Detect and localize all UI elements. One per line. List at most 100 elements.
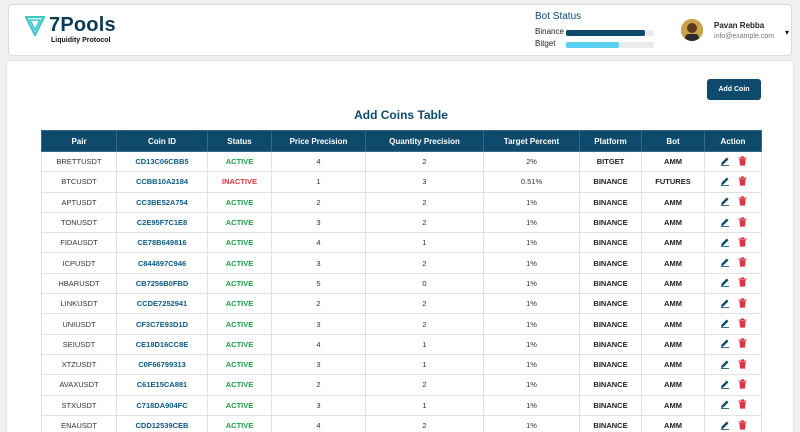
table-row: ICPUSDT C844897C946 ACTIVE 3 2 1% BINANCE AMM <box>41 252 762 274</box>
add-coin-button[interactable]: Add Coin <box>707 79 761 100</box>
cell-bot: AMM <box>641 191 705 213</box>
cell-price-precision: 3 <box>271 313 366 335</box>
cell-quantity-precision: 2 <box>365 414 484 432</box>
trash-icon[interactable] <box>738 237 747 249</box>
cell-coin-id: C61E15CA881 <box>116 374 208 396</box>
brand-name: 7Pools <box>49 14 116 36</box>
cell-platform: BINANCE <box>579 313 642 335</box>
table-row: FIDAUSDT CE78B649816 ACTIVE 4 1 1% BINANCE AMM <box>41 232 762 254</box>
table-row: TONUSDT C2E95F7C1E8 ACTIVE 3 2 1% BINANCE AMM <box>41 211 762 234</box>
trash-icon[interactable] <box>738 379 747 391</box>
cell-coin-id: CE78B649816 <box>116 232 208 254</box>
trash-icon[interactable] <box>738 277 747 289</box>
column-header-coin-id: Coin ID <box>116 130 208 152</box>
cell-quantity-precision: 2 <box>365 191 484 213</box>
pencil-icon[interactable] <box>720 237 730 249</box>
table-row: BRETTUSDT CD13C06CBB5 ACTIVE 4 2 2% BITGET AMM <box>41 150 762 173</box>
pencil-icon[interactable] <box>720 379 730 391</box>
cell-quantity-precision: 2 <box>365 150 484 173</box>
cell-platform: BINANCE <box>579 374 642 396</box>
cell-target-percent: 1% <box>483 414 580 432</box>
cell-target-percent: 1% <box>483 293 580 315</box>
cell-quantity-precision: 2 <box>365 374 484 396</box>
cell-quantity-precision: 1 <box>365 333 484 355</box>
cell-platform: BINANCE <box>579 333 642 355</box>
trash-icon[interactable] <box>738 196 747 208</box>
trash-icon[interactable] <box>738 176 747 188</box>
cell-target-percent: 0.51% <box>483 171 580 193</box>
cell-platform: BINANCE <box>579 252 642 274</box>
pencil-icon[interactable] <box>720 257 730 269</box>
cell-status: ACTIVE <box>207 232 272 254</box>
cell-pair: UNIUSDT <box>41 313 117 335</box>
brand-logo[interactable]: 7Pools Liquidity Protocol <box>25 14 135 48</box>
table-row: APTUSDT CC3BE52A754 ACTIVE 2 2 1% BINANCE AMM <box>41 191 762 213</box>
cell-pair: XTZUSDT <box>41 353 117 376</box>
cell-pair: ENAUSDT <box>41 414 117 432</box>
cell-price-precision: 4 <box>271 333 366 355</box>
coins-panel: Add Coin Add Coins Table Pair Coin ID Stat… <box>6 60 794 432</box>
cell-status: ACTIVE <box>207 374 272 396</box>
cell-bot: AMM <box>641 293 705 315</box>
pencil-icon[interactable] <box>720 217 730 229</box>
trash-icon[interactable] <box>738 359 747 371</box>
trash-icon[interactable] <box>738 298 747 310</box>
cell-coin-id: CD13C06CBB5 <box>116 150 208 173</box>
top-header: 7Pools Liquidity Protocol Bot Status Bin… <box>8 4 792 56</box>
column-header-status: Status <box>207 130 272 152</box>
trash-icon[interactable] <box>738 257 747 269</box>
pencil-icon[interactable] <box>720 298 730 310</box>
cell-bot: AMM <box>641 272 705 295</box>
cell-coin-id: CCDE7252941 <box>116 293 208 315</box>
pencil-icon[interactable] <box>720 318 730 330</box>
cell-target-percent: 1% <box>483 313 580 335</box>
cell-price-precision: 2 <box>271 293 366 315</box>
trash-icon[interactable] <box>738 419 747 432</box>
cell-quantity-precision: 1 <box>365 394 484 416</box>
avatar[interactable] <box>681 19 703 41</box>
cell-pair: SEIUSDT <box>41 333 117 355</box>
cell-bot: FUTURES <box>641 171 705 193</box>
cell-bot: AMM <box>641 150 705 173</box>
cell-platform: BINANCE <box>579 232 642 254</box>
cell-price-precision: 3 <box>271 211 366 234</box>
pencil-icon[interactable] <box>720 420 730 432</box>
pencil-icon[interactable] <box>720 176 730 188</box>
trash-icon[interactable] <box>738 216 747 229</box>
pencil-icon[interactable] <box>720 399 730 411</box>
pencil-icon[interactable] <box>720 359 730 371</box>
cell-bot: AMM <box>641 333 705 355</box>
cell-target-percent: 1% <box>483 394 580 416</box>
trash-icon[interactable] <box>738 338 747 350</box>
cell-target-percent: 1% <box>483 191 580 213</box>
bot-status-fill <box>566 42 619 48</box>
cell-bot: AMM <box>641 353 705 376</box>
cell-target-percent: 1% <box>483 353 580 376</box>
pencil-icon[interactable] <box>720 156 730 168</box>
chevron-down-icon[interactable]: ▾ <box>785 28 789 37</box>
cell-pair: TONUSDT <box>41 211 117 234</box>
cell-pair: APTUSDT <box>41 191 117 213</box>
cell-target-percent: 1% <box>483 252 580 274</box>
pencil-icon[interactable] <box>720 196 730 208</box>
cell-quantity-precision: 0 <box>365 272 484 295</box>
trash-icon[interactable] <box>738 156 747 168</box>
cell-quantity-precision: 2 <box>365 252 484 274</box>
column-header-action: Action <box>704 130 762 152</box>
cell-target-percent: 1% <box>483 211 580 234</box>
cell-pair: AVAXUSDT <box>41 374 117 396</box>
trash-icon[interactable] <box>738 318 747 330</box>
trash-icon[interactable] <box>738 399 747 411</box>
cell-quantity-precision: 2 <box>365 211 484 234</box>
brand-tagline: Liquidity Protocol <box>51 37 111 44</box>
pencil-icon[interactable] <box>720 338 730 350</box>
cell-platform: BINANCE <box>579 353 642 376</box>
user-menu[interactable]: Pavan Rebba info@example.com ▾ <box>681 19 791 49</box>
cell-status: ACTIVE <box>207 252 272 274</box>
cell-platform: BINANCE <box>579 394 642 416</box>
table-row: AVAXUSDT C61E15CA881 ACTIVE 2 2 1% BINANCE AMM <box>41 374 762 396</box>
pencil-icon[interactable] <box>720 277 730 289</box>
cell-bot: AMM <box>641 211 705 234</box>
cell-platform: BINANCE <box>579 171 642 193</box>
cell-actions <box>704 353 762 376</box>
